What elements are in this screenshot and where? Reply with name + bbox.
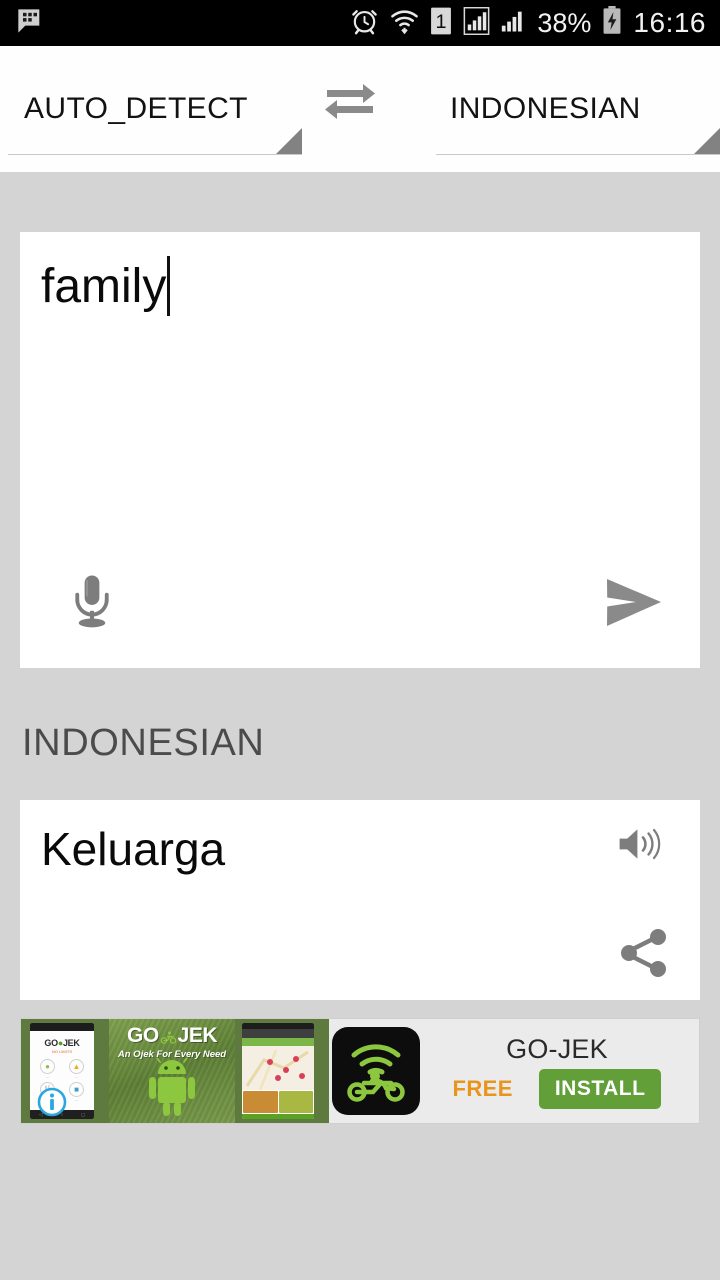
result-language-heading: INDONESIAN <box>22 722 265 764</box>
status-bar: 1 38% 16:16 <box>0 0 720 46</box>
translation-result-card: Keluarga <box>20 800 700 1000</box>
target-language-label: INDONESIAN <box>450 92 641 125</box>
source-text-card: family <box>20 232 700 668</box>
alarm-clock-icon <box>350 6 379 40</box>
source-language-spinner[interactable]: AUTO_DETECT <box>0 46 302 172</box>
ad-details: GO-JEK FREE INSTALL <box>423 1019 699 1123</box>
source-text-value: family <box>41 260 167 313</box>
clock-label: 16:16 <box>633 7 706 38</box>
share-icon <box>617 927 671 984</box>
ad-action-row: FREE INSTALL <box>452 1068 662 1109</box>
swap-languages-button[interactable] <box>302 46 398 172</box>
ad-app-name: GO-JEK <box>506 1033 608 1064</box>
mock-food-photos <box>242 1090 314 1114</box>
bbm-message-icon <box>16 7 44 40</box>
send-icon <box>603 575 665 636</box>
translate-send-button[interactable] <box>598 570 670 640</box>
mock-tabs <box>242 1038 314 1046</box>
ad-phone-mock-2 <box>242 1023 314 1119</box>
status-bar-notifications <box>16 7 44 40</box>
mock-icon: ▲ <box>69 1059 84 1074</box>
mock-actionbar <box>242 1029 314 1038</box>
mock-grid-cell: ▲ ⎯⎯ <box>64 1059 89 1079</box>
signal-bars-icon <box>463 6 490 40</box>
language-selector-bar: AUTO_DETECT INDONESIAN <box>0 46 720 172</box>
mock-food-photo <box>278 1091 313 1113</box>
mock-cell-label: ⎯⎯ <box>74 1098 78 1102</box>
signal-bars-2-icon <box>501 7 526 40</box>
share-translation-button[interactable] <box>612 924 676 986</box>
mock-grid-cell: ■ ⎯⎯ <box>64 1082 89 1102</box>
speaker-icon <box>615 821 665 872</box>
source-language-label: AUTO_DETECT <box>24 92 248 125</box>
wifi-icon <box>390 6 419 40</box>
status-bar-system-icons: 1 38% 16:16 <box>350 6 706 40</box>
mock-statusbar <box>30 1023 94 1031</box>
mock-logo-sub: NO LIMITS <box>51 1049 72 1054</box>
ad-banner-title: GO JEK <box>126 1024 218 1047</box>
motorbike-icon <box>160 1026 176 1044</box>
ad-gojek-banner: GO JEK An Ojek For Every Need <box>109 1019 235 1123</box>
battery-charging-icon <box>602 6 622 40</box>
mock-logo: GO●JEK <box>44 1038 80 1048</box>
mock-grid-cell: ● ⎯⎯ <box>35 1059 60 1079</box>
target-spinner-underline <box>436 154 720 155</box>
source-text-input[interactable]: family <box>41 256 171 316</box>
mock-food-photo <box>243 1091 278 1113</box>
svg-text:1: 1 <box>436 11 447 33</box>
target-language-spinner[interactable]: INDONESIAN <box>432 46 720 172</box>
translation-text[interactable]: Keluarga <box>41 822 225 876</box>
mock-icon: ■ <box>69 1082 84 1097</box>
chevron-down-icon[interactable] <box>694 128 720 154</box>
speak-translation-button[interactable] <box>610 818 670 874</box>
ad-price-label: FREE <box>452 1075 513 1101</box>
swap-arrows-icon <box>319 78 381 127</box>
ad-banner[interactable]: GO●JEK NO LIMITS ●⎯⎯ ▲⎯⎯ 🍴⎯⎯ ■⎯⎯ ◁○◻ GOJ… <box>20 1018 700 1124</box>
android-robot-icon <box>146 1057 198 1121</box>
chevron-down-icon[interactable] <box>276 128 302 154</box>
mock-cta-button <box>242 1114 314 1119</box>
battery-percent-label: 38% <box>537 7 592 38</box>
ad-app-icon-wrap[interactable] <box>329 1019 423 1123</box>
source-spinner-underline <box>8 154 302 155</box>
mock-cell-label: ⎯⎯ <box>45 1075 49 1079</box>
ad-screenshot-2 <box>235 1019 329 1123</box>
text-cursor <box>167 256 171 316</box>
main-content: family INDONESIAN Keluarga GO●JEK NO LIM… <box>0 172 720 1280</box>
sim1-icon: 1 <box>430 7 452 40</box>
mock-cell-label: ⎯⎯ <box>74 1075 78 1079</box>
adchoices-info-icon[interactable] <box>37 1087 67 1117</box>
voice-input-button[interactable] <box>60 572 124 636</box>
gojek-motorbike-icon <box>332 1027 420 1115</box>
ad-install-button[interactable]: INSTALL <box>538 1068 662 1109</box>
mock-icon: ● <box>40 1059 55 1074</box>
ad-media-strip[interactable]: GO●JEK NO LIMITS ●⎯⎯ ▲⎯⎯ 🍴⎯⎯ ■⎯⎯ ◁○◻ GOJ… <box>21 1019 329 1123</box>
mock-map <box>242 1046 314 1090</box>
microphone-icon <box>69 574 115 635</box>
